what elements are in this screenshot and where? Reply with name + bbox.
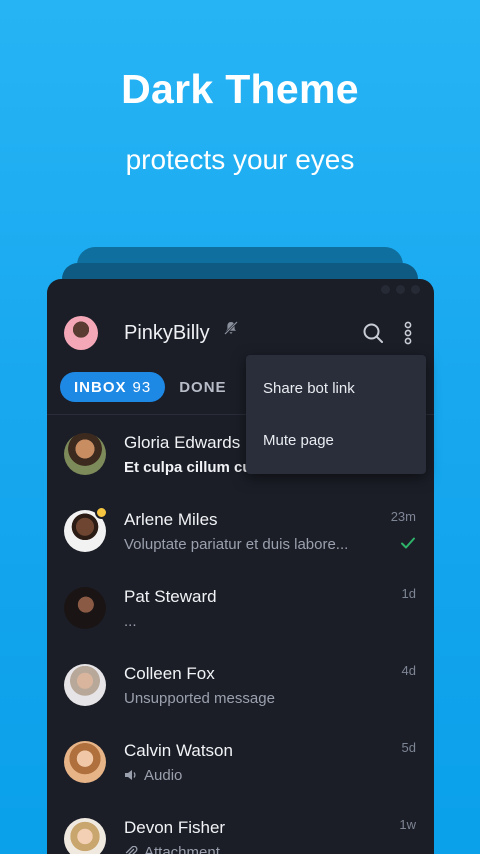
last-message: Audio [124, 767, 369, 784]
message-time: 1d [401, 586, 416, 601]
tab-inbox-count: 93 [132, 378, 152, 396]
message-time: 5d [401, 740, 416, 755]
conversation-row[interactable]: Calvin Watson Audio 5d [47, 723, 434, 800]
more-options-icon[interactable] [403, 321, 413, 345]
conversation-row[interactable]: Pat Steward ... 1d [47, 569, 434, 646]
folder-tabs: INBOX 93 DONE [60, 371, 227, 403]
status-badge [95, 506, 108, 519]
contact-avatar [64, 433, 106, 475]
attachment-icon [125, 846, 138, 854]
menu-item-mute-page[interactable]: Mute page [263, 432, 334, 449]
tab-inbox-label: INBOX [74, 378, 127, 396]
contact-name: Pat Steward [124, 587, 217, 606]
tab-done[interactable]: DONE [179, 379, 226, 396]
conversation-row[interactable]: Arlene Miles Voluptate pariatur et duis … [47, 492, 434, 569]
promo-subline: protects your eyes [125, 144, 355, 175]
contact-name: Calvin Watson [124, 741, 233, 760]
status-dot-icon [381, 285, 390, 294]
conversation-list: Gloria Edwards Et culpa cillum cu Arlene… [47, 415, 434, 854]
last-message: Attachment [124, 844, 369, 854]
contact-name: Gloria Edwards [124, 433, 241, 452]
message-time: 4d [401, 663, 416, 678]
contact-name: Arlene Miles [124, 510, 218, 529]
contact-avatar [64, 664, 106, 706]
promo-headline: Dark Theme [121, 66, 359, 112]
overflow-menu: Share bot link Mute page [246, 355, 426, 474]
contact-avatar [64, 818, 106, 854]
last-message-text: Audio [144, 767, 183, 784]
muted-bell-icon [224, 321, 238, 335]
last-message: ... [124, 613, 137, 630]
page-avatar[interactable] [64, 316, 98, 350]
tab-inbox[interactable]: INBOX 93 [60, 372, 166, 402]
audio-icon [125, 770, 136, 780]
search-icon[interactable] [362, 322, 384, 344]
last-message: Unsupported message [124, 690, 275, 707]
last-message: Voluptate pariatur et duis labore... [124, 536, 349, 553]
message-time: 23m [390, 509, 416, 524]
top-app-bar: PinkyBilly [47, 313, 434, 355]
contact-name: Devon Fisher [124, 818, 226, 837]
last-message-text: Attachment [144, 844, 220, 854]
status-dot-icon [396, 285, 405, 294]
conversation-row[interactable]: Colleen Fox Unsupported message 4d [47, 646, 434, 723]
contact-avatar [64, 741, 106, 783]
conversation-row[interactable]: Devon Fisher Attachment 1w [47, 800, 434, 854]
status-dot-icon [411, 285, 420, 294]
page-title[interactable]: PinkyBilly [124, 322, 210, 345]
contact-avatar [64, 587, 106, 629]
menu-item-share-bot-link[interactable]: Share bot link [263, 380, 355, 397]
message-time: 1w [399, 817, 416, 832]
contact-name: Colleen Fox [124, 664, 215, 683]
status-indicators [381, 285, 420, 294]
checkmark-icon [401, 537, 415, 549]
